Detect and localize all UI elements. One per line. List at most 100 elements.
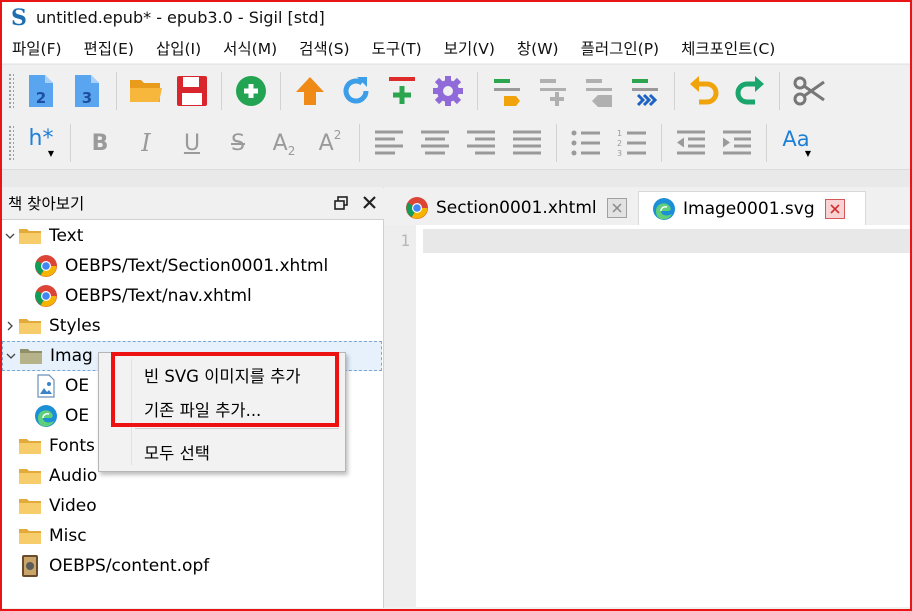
chrome-icon xyxy=(34,284,58,308)
insert-row-button[interactable] xyxy=(530,68,576,114)
menu-search[interactable]: 검색(S) xyxy=(289,37,361,59)
tree-file-section[interactable]: OEBPS/Text/Section0001.xhtml xyxy=(34,251,328,281)
tab-image0001[interactable]: Image0001.svg xyxy=(638,191,866,225)
svg-text:3: 3 xyxy=(617,149,622,156)
numbered-list-icon[interactable]: 123 xyxy=(609,120,655,166)
align-right-icon[interactable] xyxy=(458,120,504,166)
opf-file-icon xyxy=(18,554,42,578)
align-justify-icon[interactable] xyxy=(504,120,550,166)
editor-tab-bar: Section0001.xhtml Image0001.svg xyxy=(384,187,910,225)
tree-item-label: OEBPS/content.opf xyxy=(49,556,210,576)
tree-item-label: OE xyxy=(65,376,90,396)
menu-item-select-all[interactable]: 모두 선택 xyxy=(144,440,210,464)
window-title: untitled.epub* - epub3.0 - Sigil [std] xyxy=(36,8,325,27)
menu-insert[interactable]: 삽입(I) xyxy=(146,37,213,59)
toolbar-separator xyxy=(477,72,478,110)
settings-gear-icon[interactable] xyxy=(425,68,471,114)
subscript-mark: 2 xyxy=(287,144,296,158)
new-epub3-button[interactable]: 3 xyxy=(64,68,110,114)
save-button[interactable] xyxy=(169,68,215,114)
superscript-button[interactable]: A2 xyxy=(307,120,353,166)
subscript-button[interactable]: A2 xyxy=(261,120,307,166)
tree-folder-styles[interactable]: Styles xyxy=(2,311,101,341)
menu-bar: 파일(F) 편집(E) 삽입(I) 서식(M) 검색(S) 도구(T) 보기(V… xyxy=(2,33,910,63)
menu-separator xyxy=(135,428,339,429)
open-folder-button[interactable] xyxy=(123,68,169,114)
indent-icon[interactable] xyxy=(714,120,760,166)
line-number-gutter: 1 xyxy=(384,225,416,607)
underline-button[interactable]: U xyxy=(169,120,215,166)
new-epub2-button[interactable]: 2 xyxy=(18,68,64,114)
tree-folder-misc[interactable]: Misc xyxy=(2,521,87,551)
tree-folder-fonts[interactable]: Fonts xyxy=(2,431,95,461)
italic-button[interactable]: I xyxy=(123,120,169,166)
toolbar-separator xyxy=(556,124,557,162)
tree-folder-text[interactable]: Text xyxy=(2,221,83,251)
close-icon[interactable] xyxy=(824,198,845,219)
subscript-icon: A xyxy=(272,130,288,156)
strikethrough-icon: S xyxy=(231,130,245,156)
forward-list-button[interactable] xyxy=(622,68,668,114)
toolbar-separator xyxy=(116,72,117,110)
menu-window[interactable]: 창(W) xyxy=(507,37,571,59)
tree-item-label: Imag xyxy=(50,346,93,366)
italic-icon: I xyxy=(141,129,151,157)
align-left-icon[interactable] xyxy=(366,120,412,166)
menu-format[interactable]: 서식(M) xyxy=(213,37,289,59)
toolbar-grip[interactable] xyxy=(8,73,14,109)
strikethrough-button[interactable]: S xyxy=(215,120,261,166)
tree-file-cover[interactable]: OE xyxy=(34,371,89,401)
toolbar-grip[interactable] xyxy=(8,125,14,161)
toolbar-separator xyxy=(221,72,222,110)
heading-dropdown[interactable]: h* ▼ xyxy=(18,120,64,166)
code-editor[interactable]: 1 xyxy=(384,225,910,607)
menu-view[interactable]: 보기(V) xyxy=(434,37,507,59)
insert-marker-button[interactable] xyxy=(484,68,530,114)
menu-tools[interactable]: 도구(T) xyxy=(362,37,434,59)
align-center-icon[interactable] xyxy=(412,120,458,166)
remove-row-button[interactable] xyxy=(576,68,622,114)
tree-folder-video[interactable]: Video xyxy=(2,491,97,521)
redo-button[interactable] xyxy=(727,68,773,114)
svg-text:2: 2 xyxy=(36,89,46,107)
cut-scissors-icon[interactable] xyxy=(786,68,832,114)
insert-split-button[interactable] xyxy=(379,68,425,114)
heading-label: h* xyxy=(28,126,54,151)
bullet-list-icon[interactable] xyxy=(563,120,609,166)
bold-button[interactable]: B xyxy=(77,120,123,166)
undo-button[interactable] xyxy=(681,68,727,114)
svg-text:3: 3 xyxy=(82,89,92,107)
tree-item-label: Misc xyxy=(49,526,87,546)
book-browser-title: 책 찾아보기 xyxy=(8,194,85,213)
float-window-icon[interactable] xyxy=(327,189,355,217)
chrome-icon xyxy=(34,254,58,278)
folder-icon xyxy=(19,344,43,368)
folder-icon xyxy=(18,524,42,548)
close-icon[interactable] xyxy=(355,189,383,217)
tree-file-opf[interactable]: OEBPS/content.opf xyxy=(2,551,209,581)
move-up-button[interactable] xyxy=(287,68,333,114)
menu-checkpoints[interactable]: 체크포인트(C) xyxy=(671,37,787,59)
folder-icon xyxy=(18,224,42,248)
format-toolbar: h* ▼ B I U S A2 A2 123 Aa ▼ xyxy=(2,117,910,169)
tree-file-svg[interactable]: OE xyxy=(34,401,89,431)
tree-folder-audio[interactable]: Audio xyxy=(2,461,97,491)
menu-plugins[interactable]: 플러그인(P) xyxy=(571,37,671,59)
refresh-button[interactable] xyxy=(333,68,379,114)
folder-icon xyxy=(18,434,42,458)
chrome-icon xyxy=(404,195,430,221)
tab-label: Section0001.xhtml xyxy=(436,198,597,218)
chevron-down-icon[interactable] xyxy=(2,233,18,240)
menu-edit[interactable]: 편집(E) xyxy=(74,37,146,59)
chevron-down-icon[interactable] xyxy=(3,353,19,360)
menu-file[interactable]: 파일(F) xyxy=(2,37,74,59)
add-file-button[interactable] xyxy=(228,68,274,114)
toolbar-separator xyxy=(70,124,71,162)
text-case-dropdown[interactable]: Aa ▼ xyxy=(773,120,819,166)
outdent-icon[interactable] xyxy=(668,120,714,166)
tree-file-nav[interactable]: OEBPS/Text/nav.xhtml xyxy=(34,281,252,311)
tab-section0001[interactable]: Section0001.xhtml xyxy=(392,191,636,225)
chevron-right-icon[interactable] xyxy=(2,321,18,331)
current-line-highlight xyxy=(423,229,910,253)
close-icon[interactable] xyxy=(606,198,627,218)
